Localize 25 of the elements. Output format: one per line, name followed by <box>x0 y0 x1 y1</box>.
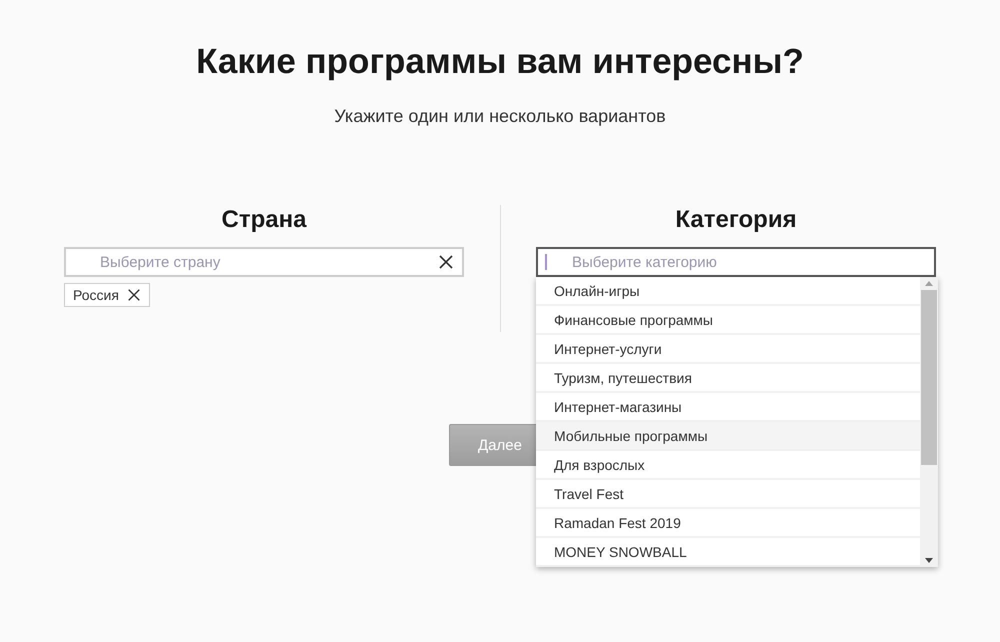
category-label: Категория <box>674 205 798 235</box>
category-field[interactable]: Выберите категорию <box>536 247 936 277</box>
dropdown-option[interactable]: Ramadan Fest 2019 <box>536 509 920 538</box>
dropdown-option[interactable]: Интернет-услуги <box>536 335 920 364</box>
scroll-down-icon <box>925 558 933 563</box>
close-icon <box>126 288 141 302</box>
dropdown-option[interactable]: Онлайн-игры <box>536 277 920 306</box>
scroll-up-icon <box>925 281 933 286</box>
page-subtitle: Укажите один или несколько вариантов <box>334 106 666 127</box>
dropdown-option[interactable]: Финансовые программы <box>536 306 920 335</box>
dropdown-option[interactable]: Мобильные программы <box>536 422 920 451</box>
dropdown-option[interactable]: Туризм, путешествия <box>536 364 920 393</box>
page-title: Какие программы вам интересны? <box>196 41 804 83</box>
tag-label: Россия <box>73 287 119 303</box>
country-tag[interactable]: Россия <box>64 283 150 307</box>
country-field[interactable]: Выберите страну <box>64 247 464 277</box>
dropdown-option[interactable]: MONEY SNOWBALL <box>536 538 920 567</box>
dropdown-option[interactable]: Интернет-магазины <box>536 393 920 422</box>
close-icon <box>438 254 454 270</box>
scrollbar[interactable] <box>920 277 938 567</box>
text-cursor <box>545 254 547 270</box>
country-label: Страна <box>220 205 308 235</box>
dropdown-option[interactable]: Travel Fest <box>536 480 920 509</box>
dropdown-option[interactable]: Для взрослых <box>536 451 920 480</box>
clear-button[interactable] <box>438 254 454 270</box>
